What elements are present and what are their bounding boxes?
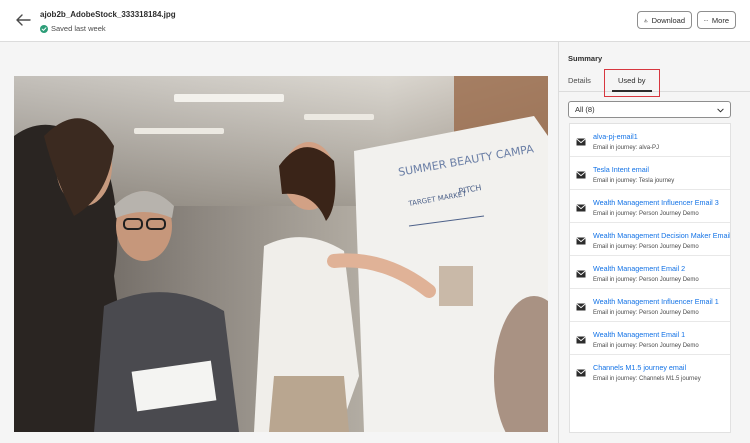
item-subtitle: Email in journey: Person Journey Demo (593, 310, 699, 316)
chevron-down-icon (717, 108, 724, 113)
mail-icon (576, 171, 586, 179)
list-item: Wealth Management Influencer Email 3 Ema… (570, 190, 730, 223)
mail-icon (576, 138, 586, 146)
item-subtitle: Email in journey: alva-PJ (593, 145, 660, 151)
item-link[interactable]: alva-pj-email1 (593, 132, 638, 141)
list-item: alva-pj-email1 Email in journey: alva-PJ (570, 124, 730, 157)
item-link[interactable]: Wealth Management Email 1 (593, 330, 685, 339)
more-label: More (711, 15, 729, 25)
download-icon (644, 18, 648, 22)
more-button[interactable]: More (697, 11, 736, 29)
mail-icon (576, 237, 586, 245)
back-arrow-icon[interactable] (14, 12, 32, 28)
asset-preview-area: SUMMER BEAUTY CAMPA TARGET MARKET PITCH (0, 42, 558, 443)
file-name: ajob2b_AdobeStock_333318184.jpg (40, 10, 176, 19)
saved-status: Saved last week (40, 24, 106, 33)
item-link[interactable]: Tesla Intent email (593, 165, 649, 174)
list-item: Tesla Intent email Email in journey: Tes… (570, 157, 730, 190)
item-subtitle: Email in journey: Person Journey Demo (593, 277, 699, 283)
item-subtitle: Email in journey: Tesla journey (593, 178, 675, 184)
used-by-list: alva-pj-email1 Email in journey: alva-PJ… (569, 123, 731, 433)
list-item: Channels M1.5 journey email Email in jou… (570, 355, 730, 388)
header-bar: ajob2b_AdobeStock_333318184.jpg Saved la… (0, 0, 750, 42)
item-subtitle: Email in journey: Channels M1.5 journey (593, 376, 701, 382)
item-link[interactable]: Wealth Management Influencer Email 3 (593, 198, 719, 207)
item-subtitle: Email in journey: Person Journey Demo (593, 343, 699, 349)
filter-value: All (8) (575, 105, 595, 114)
item-link[interactable]: Wealth Management Decision Maker Email 3 (593, 231, 730, 240)
summary-title: Summary (568, 54, 603, 63)
item-link[interactable]: Channels M1.5 journey email (593, 363, 686, 372)
check-circle-icon (40, 24, 48, 33)
office-meeting-photo: SUMMER BEAUTY CAMPA TARGET MARKET PITCH (14, 76, 548, 432)
saved-status-label: Saved last week (51, 24, 106, 33)
mail-icon (576, 303, 586, 311)
list-item: Wealth Management Influencer Email 1 Ema… (570, 289, 730, 322)
item-subtitle: Email in journey: Person Journey Demo (593, 211, 699, 217)
usage-filter-select[interactable]: All (8) (568, 101, 731, 118)
item-link[interactable]: Wealth Management Email 2 (593, 264, 685, 273)
download-label: Download (651, 15, 685, 25)
list-item: Wealth Management Decision Maker Email 3… (570, 223, 730, 256)
mail-icon (576, 336, 586, 344)
mail-icon (576, 270, 586, 278)
asset-image: SUMMER BEAUTY CAMPA TARGET MARKET PITCH (14, 76, 548, 432)
mail-icon (576, 204, 586, 212)
list-item: Wealth Management Email 1 Email in journ… (570, 322, 730, 355)
more-icon (704, 19, 708, 21)
list-item: Wealth Management Email 2 Email in journ… (570, 256, 730, 289)
summary-panel: Summary Details Used by All (8) alva-pj-… (558, 42, 750, 443)
item-link[interactable]: Wealth Management Influencer Email 1 (593, 297, 719, 306)
tab-details[interactable]: Details (568, 76, 591, 85)
tab-highlight-box (604, 69, 660, 97)
mail-icon (576, 369, 586, 377)
download-button[interactable]: Download (637, 11, 692, 29)
item-subtitle: Email in journey: Person Journey Demo (593, 244, 699, 250)
